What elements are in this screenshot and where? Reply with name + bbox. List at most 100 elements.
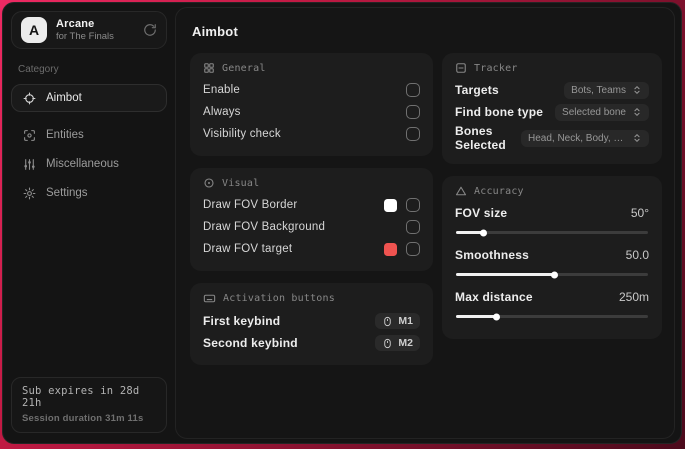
setting-label: Draw FOV target (203, 243, 293, 255)
first-keybind-button[interactable]: M1 (375, 313, 420, 329)
setting-label: Smoothness (455, 248, 530, 262)
card-title: Visual (222, 177, 260, 189)
second-keybind-button[interactable]: M2 (375, 335, 420, 351)
grid-icon (203, 62, 215, 74)
accuracy-card: Accuracy FOV size 50° Smoothness 50.0 Ma… (442, 176, 662, 339)
setting-row: First keybind M1 (203, 310, 420, 332)
max-distance-slider[interactable] (456, 313, 648, 320)
brand-logo: A (21, 17, 47, 43)
gear-icon (23, 187, 36, 200)
setting-row: Smoothness 50.0 (455, 244, 649, 266)
setting-row: Draw FOV target (203, 238, 420, 260)
slider-thumb[interactable] (493, 313, 501, 320)
smoothness-slider[interactable] (456, 271, 648, 278)
mouse-icon (382, 338, 393, 349)
setting-row: Enable (203, 79, 420, 101)
setting-label: Always (203, 106, 241, 118)
session-duration-text: Session duration 31m 11s (22, 413, 144, 424)
slider-thumb[interactable] (479, 229, 487, 236)
crosshair-icon (23, 92, 36, 105)
setting-row: Bones Selected Head, Neck, Body, Pe... (455, 123, 649, 153)
setting-row: Max distance 250m (455, 286, 649, 308)
draw-fov-target-checkbox[interactable] (406, 242, 420, 256)
setting-row: Always (203, 101, 420, 123)
triangle-icon (455, 185, 467, 197)
setting-row: Find bone type Selected bone (455, 101, 649, 123)
main-panel: Aimbot General Enable Always Visibility … (175, 7, 675, 439)
general-card: General Enable Always Visibility check (190, 53, 433, 156)
setting-row: Second keybind M2 (203, 332, 420, 354)
bones-selected-dropdown[interactable]: Head, Neck, Body, Pe... (521, 129, 649, 147)
brand-name: Arcane (56, 18, 95, 30)
page-title: Aimbot (192, 24, 238, 39)
category-label: Category (18, 64, 59, 75)
draw-fov-border-checkbox[interactable] (406, 198, 420, 212)
setting-row: Targets Bots, Teams (455, 79, 649, 101)
scan-icon (23, 129, 36, 142)
dropdown-value: Bots, Teams (571, 84, 626, 96)
sidebar-item-label: Aimbot (46, 92, 82, 104)
visual-card: Visual Draw FOV Border Draw FOV Backgrou… (190, 168, 433, 271)
sidebar-item-settings[interactable]: Settings (11, 179, 167, 207)
setting-row: Draw FOV Background (203, 216, 420, 238)
keyboard-icon (203, 292, 216, 305)
enable-checkbox[interactable] (406, 83, 420, 97)
setting-label: Draw FOV Border (203, 199, 298, 211)
brand-card: A Arcane for The Finals (11, 11, 167, 49)
app-window: A Arcane for The Finals Category Aimbot (2, 2, 682, 444)
setting-label: Max distance (455, 290, 533, 304)
setting-label: FOV size (455, 206, 508, 220)
sliders-icon (23, 158, 36, 171)
fov-size-value: 50° (630, 206, 649, 220)
fov-border-color-swatch[interactable] (384, 198, 397, 212)
chevrons-up-down-icon (632, 107, 642, 117)
setting-row: FOV size 50° (455, 202, 649, 224)
focus-icon (203, 177, 215, 189)
sidebar-item-entities[interactable]: Entities (11, 121, 167, 149)
setting-label: Draw FOV Background (203, 221, 326, 233)
visibility-check-checkbox[interactable] (406, 127, 420, 141)
setting-label: Second keybind (203, 336, 298, 350)
tracker-icon (455, 62, 467, 74)
sidebar-item-label: Entities (46, 129, 84, 141)
always-checkbox[interactable] (406, 105, 420, 119)
setting-label: Bones Selected (455, 124, 506, 152)
dropdown-value: Selected bone (562, 106, 626, 118)
activation-card: Activation buttons First keybind M1 Seco… (190, 283, 433, 365)
subscription-card: Sub expires in 28d 21h Session duration … (11, 377, 167, 433)
setting-label: Enable (203, 84, 241, 96)
setting-label: First keybind (203, 314, 281, 328)
chevrons-up-down-icon (632, 85, 642, 95)
sidebar-item-aimbot[interactable]: Aimbot (11, 84, 167, 112)
max-distance-value: 250m (618, 290, 649, 304)
setting-label: Visibility check (203, 128, 281, 140)
fov-target-color-swatch[interactable] (384, 242, 397, 256)
draw-fov-background-checkbox[interactable] (406, 220, 420, 234)
dropdown-value: Head, Neck, Body, Pe... (528, 132, 626, 144)
sidebar: A Arcane for The Finals Category Aimbot (3, 3, 175, 443)
brand-subtitle: for The Finals (56, 31, 114, 42)
card-title: Activation buttons (223, 293, 335, 304)
sidebar-item-label: Miscellaneous (46, 158, 119, 170)
mouse-icon (382, 316, 393, 327)
sidebar-item-label: Settings (46, 187, 88, 199)
card-title: General (222, 62, 266, 74)
targets-dropdown[interactable]: Bots, Teams (564, 81, 649, 99)
setting-label: Find bone type (455, 105, 544, 119)
setting-label: Targets (455, 83, 499, 97)
chevrons-up-down-icon (632, 133, 642, 143)
keybind-value: M2 (398, 337, 413, 349)
refresh-icon[interactable] (143, 23, 157, 37)
fov-size-slider[interactable] (456, 229, 648, 236)
smoothness-value: 50.0 (625, 248, 649, 262)
slider-thumb[interactable] (550, 271, 558, 278)
tracker-card: Tracker Targets Bots, Teams Find bone ty… (442, 53, 662, 164)
card-title: Accuracy (474, 185, 524, 197)
card-title: Tracker (474, 62, 518, 74)
keybind-value: M1 (398, 315, 413, 327)
setting-row: Draw FOV Border (203, 194, 420, 216)
sidebar-item-miscellaneous[interactable]: Miscellaneous (11, 150, 167, 178)
setting-row: Visibility check (203, 123, 420, 145)
sub-expiry-text: Sub expires in 28d 21h (22, 385, 140, 409)
find-bone-type-dropdown[interactable]: Selected bone (555, 103, 649, 121)
